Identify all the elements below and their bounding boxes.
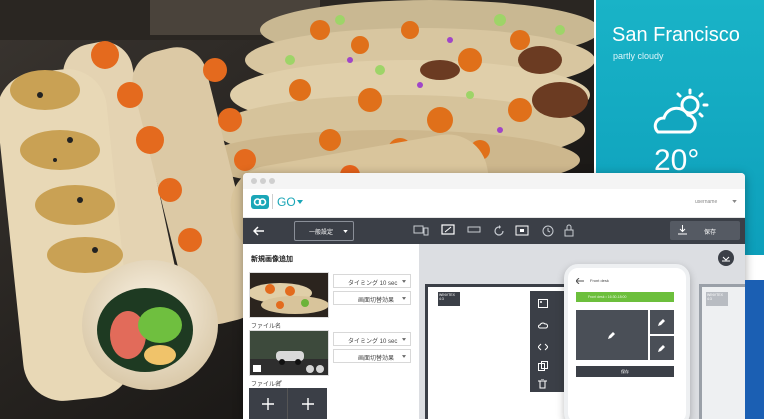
- phone-preview: Front desk Front desk • 16:30-18:00 保存: [564, 264, 690, 419]
- slide-badge: WINVTEX 4:3: [438, 292, 460, 306]
- zone-edit-icon-2[interactable]: [658, 318, 666, 326]
- preview-toggle-icon[interactable]: [718, 250, 734, 266]
- lock-icon[interactable]: [564, 224, 574, 237]
- sushi-thumbnail-icon: [250, 273, 328, 317]
- app-window: GO username 一般設定 保存 新規画像追加 タイミング 10 sec …: [243, 173, 745, 419]
- mode-select-value: 一般設定: [309, 230, 334, 236]
- phone-main-zone[interactable]: [576, 310, 648, 360]
- timing-select-2[interactable]: タイミング 10 sec: [333, 332, 411, 346]
- clock-icon[interactable]: [542, 225, 554, 237]
- add-video-plus-icon[interactable]: [302, 398, 314, 410]
- download-icon: [678, 225, 687, 235]
- image-list-panel: 新規画像追加 タイミング 10 sec 画面切替効果 ファイル名 タイミング 1…: [243, 244, 419, 419]
- add-image-plus-icon[interactable]: [262, 398, 274, 410]
- cloud-icon[interactable]: [538, 321, 548, 329]
- app-logo-text: GO: [277, 195, 296, 209]
- slide-preview-right[interactable]: WINVTEX 4:3: [699, 284, 745, 419]
- effect-select-2[interactable]: 画面切替効果: [333, 349, 411, 363]
- blue-card-edge: [745, 280, 764, 419]
- phone-save-button[interactable]: 保存: [576, 366, 674, 377]
- tile-divider: [287, 388, 288, 419]
- context-menu: [530, 291, 564, 392]
- ticker-icon[interactable]: [467, 226, 481, 234]
- window-zoom-dot[interactable]: [269, 178, 275, 184]
- panel-title: 新規画像追加: [251, 256, 293, 263]
- window-close-dot[interactable]: [251, 178, 257, 184]
- add-image-tiles: [249, 388, 327, 419]
- edit-pencil-icon[interactable]: [277, 379, 283, 385]
- weather-city: San Francisco: [612, 24, 740, 46]
- mode-select[interactable]: 一般設定: [294, 221, 354, 241]
- phone-title: Front desk: [590, 278, 609, 283]
- window-titlebar: [243, 173, 745, 189]
- code-icon[interactable]: [538, 343, 548, 351]
- image-icon[interactable]: [538, 299, 548, 308]
- user-menu-chevron-icon[interactable]: [732, 200, 737, 203]
- weather-condition: partly cloudy: [613, 51, 664, 61]
- device-display-icon[interactable]: [413, 225, 429, 237]
- video-icon[interactable]: [515, 225, 529, 237]
- effect-chevron-icon: [402, 297, 406, 300]
- phone-side-zone-top[interactable]: [650, 310, 674, 334]
- app-toolbar: 一般設定 保存: [243, 218, 745, 244]
- app-logo-icon: [251, 195, 269, 209]
- timing-select-1-value: タイミング 10 sec: [348, 281, 398, 287]
- partly-cloudy-icon: [653, 88, 709, 134]
- effect-select-2-value: 画面切替効果: [358, 356, 395, 362]
- refresh-icon[interactable]: [493, 225, 505, 237]
- logo-divider: [272, 194, 273, 209]
- back-arrow-icon[interactable]: [253, 226, 265, 236]
- effect-chevron-icon-2: [402, 355, 406, 358]
- timing-chevron-icon-2: [402, 338, 406, 341]
- copy-icon[interactable]: [538, 361, 548, 371]
- effect-select-1[interactable]: 画面切替効果: [333, 291, 411, 305]
- phone-green-bar[interactable]: Front desk • 16:30-18:00: [576, 292, 674, 302]
- slide-badge-right: WINVTEX 4:3: [706, 292, 728, 306]
- save-button-label: 保存: [704, 230, 717, 236]
- trash-icon[interactable]: [538, 379, 547, 389]
- window-minimize-dot[interactable]: [260, 178, 266, 184]
- zone-edit-icon-3[interactable]: [658, 344, 666, 352]
- timing-select-2-value: タイミング 10 sec: [348, 339, 398, 345]
- monitor-icon[interactable]: [441, 224, 455, 236]
- phone-back-arrow-icon[interactable]: [576, 278, 584, 284]
- image-thumbnail-sushi[interactable]: [249, 272, 329, 318]
- car-thumbnail-icon: [250, 331, 328, 375]
- phone-side-zone-bottom[interactable]: [650, 336, 674, 360]
- app-header: GO username: [243, 189, 745, 218]
- mode-select-chevron-icon: [343, 230, 348, 233]
- file-name-label-1: ファイル名: [251, 324, 282, 330]
- chevron-down-icon[interactable]: [297, 200, 303, 204]
- username-label[interactable]: username: [695, 199, 717, 205]
- timing-chevron-icon: [402, 280, 406, 283]
- effect-select-1-value: 画面切替効果: [358, 298, 395, 304]
- timing-select-1[interactable]: タイミング 10 sec: [333, 274, 411, 288]
- preview-canvas-area: WINVTEX 4:3 Front desk Front desk • 16:3…: [419, 244, 745, 419]
- zone-edit-icon[interactable]: [608, 331, 616, 339]
- image-thumbnail-car[interactable]: [249, 330, 329, 376]
- save-button[interactable]: 保存: [670, 221, 740, 240]
